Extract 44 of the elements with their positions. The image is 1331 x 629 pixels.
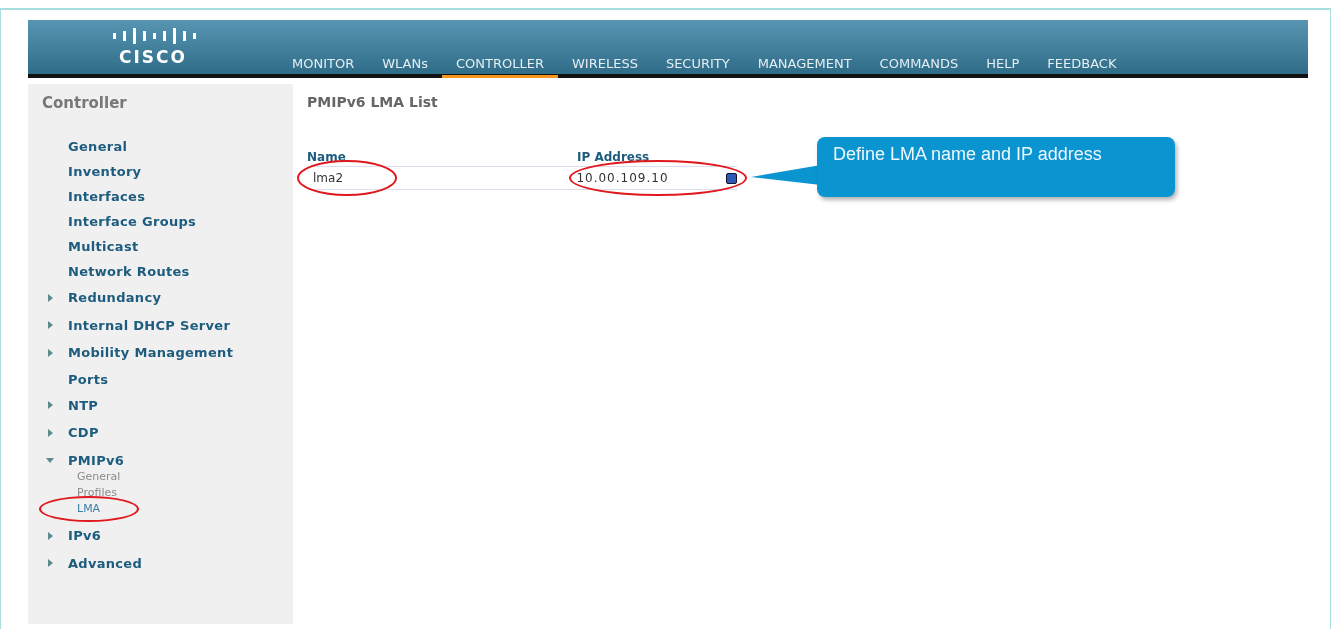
menu-tab[interactable]: WIRELESS bbox=[558, 56, 652, 78]
table-row[interactable]: lma2 10.00.109.10 bbox=[307, 166, 737, 190]
page-title: PMIPv6 LMA List bbox=[307, 94, 439, 110]
sidebar-item[interactable]: IPv6 bbox=[68, 528, 102, 544]
sidebar-item[interactable]: Interface Groups bbox=[68, 214, 197, 229]
menu-tab[interactable]: MANAGEMENT bbox=[743, 56, 866, 78]
expanded-arrow-icon[interactable] bbox=[46, 456, 54, 465]
sidebar-item[interactable]: Multicast bbox=[68, 239, 139, 254]
sidebar-item[interactable]: PMIPv6 bbox=[68, 452, 125, 468]
collapsed-arrow-icon[interactable] bbox=[46, 531, 54, 540]
collapsed-arrow-icon[interactable] bbox=[46, 321, 54, 330]
logo-text: CISCO bbox=[119, 47, 187, 67]
menu-tab[interactable]: HELP bbox=[972, 56, 1034, 78]
sidebar-item[interactable]: Internal DHCP Server bbox=[68, 317, 231, 333]
sidebar-item[interactable]: Mobility Management bbox=[68, 345, 234, 361]
menu-tab[interactable]: MONITOR bbox=[278, 56, 369, 78]
sidebar-item[interactable]: Redundancy bbox=[68, 290, 162, 306]
sidebar-item[interactable]: Interfaces bbox=[68, 189, 146, 204]
collapsed-arrow-icon[interactable] bbox=[46, 348, 54, 357]
sidebar-item[interactable]: NTP bbox=[68, 397, 99, 413]
collapsed-arrow-icon[interactable] bbox=[46, 401, 54, 410]
menu-tab[interactable]: WLANs bbox=[368, 56, 442, 78]
collapsed-arrow-icon[interactable] bbox=[46, 559, 54, 568]
sidebar-title: Controller bbox=[42, 94, 128, 112]
dropdown-toggle[interactable] bbox=[726, 172, 737, 184]
table-cell-text: lma2 bbox=[312, 171, 344, 185]
menu-tab[interactable]: SECURITY bbox=[651, 56, 744, 78]
sidebar-item[interactable]: Advanced bbox=[68, 555, 143, 571]
sidebar-item[interactable]: Inventory bbox=[68, 164, 142, 179]
table-cell-text: 10.00.109.10 bbox=[576, 171, 670, 185]
sidebar-item[interactable]: Ports bbox=[68, 371, 109, 387]
sidebar-item[interactable]: CDP bbox=[68, 425, 99, 441]
callout-text: Define LMA name and IP address bbox=[833, 143, 1103, 165]
menu-tab[interactable]: COMMANDS bbox=[865, 56, 973, 78]
logo-bars-icon bbox=[110, 27, 196, 45]
column-header: IP Address bbox=[577, 150, 650, 164]
menu-tab[interactable]: CONTROLLER bbox=[442, 56, 558, 78]
sidebar-item[interactable]: General bbox=[68, 139, 128, 154]
collapsed-arrow-icon[interactable] bbox=[46, 293, 54, 302]
menu-tab[interactable]: FEEDBACK bbox=[1033, 56, 1131, 78]
sidebar-item[interactable]: Network Routes bbox=[68, 264, 190, 279]
column-header: Name bbox=[307, 150, 347, 164]
collapsed-arrow-icon[interactable] bbox=[46, 428, 54, 437]
sidebar-subitem[interactable]: LMA bbox=[77, 501, 101, 515]
